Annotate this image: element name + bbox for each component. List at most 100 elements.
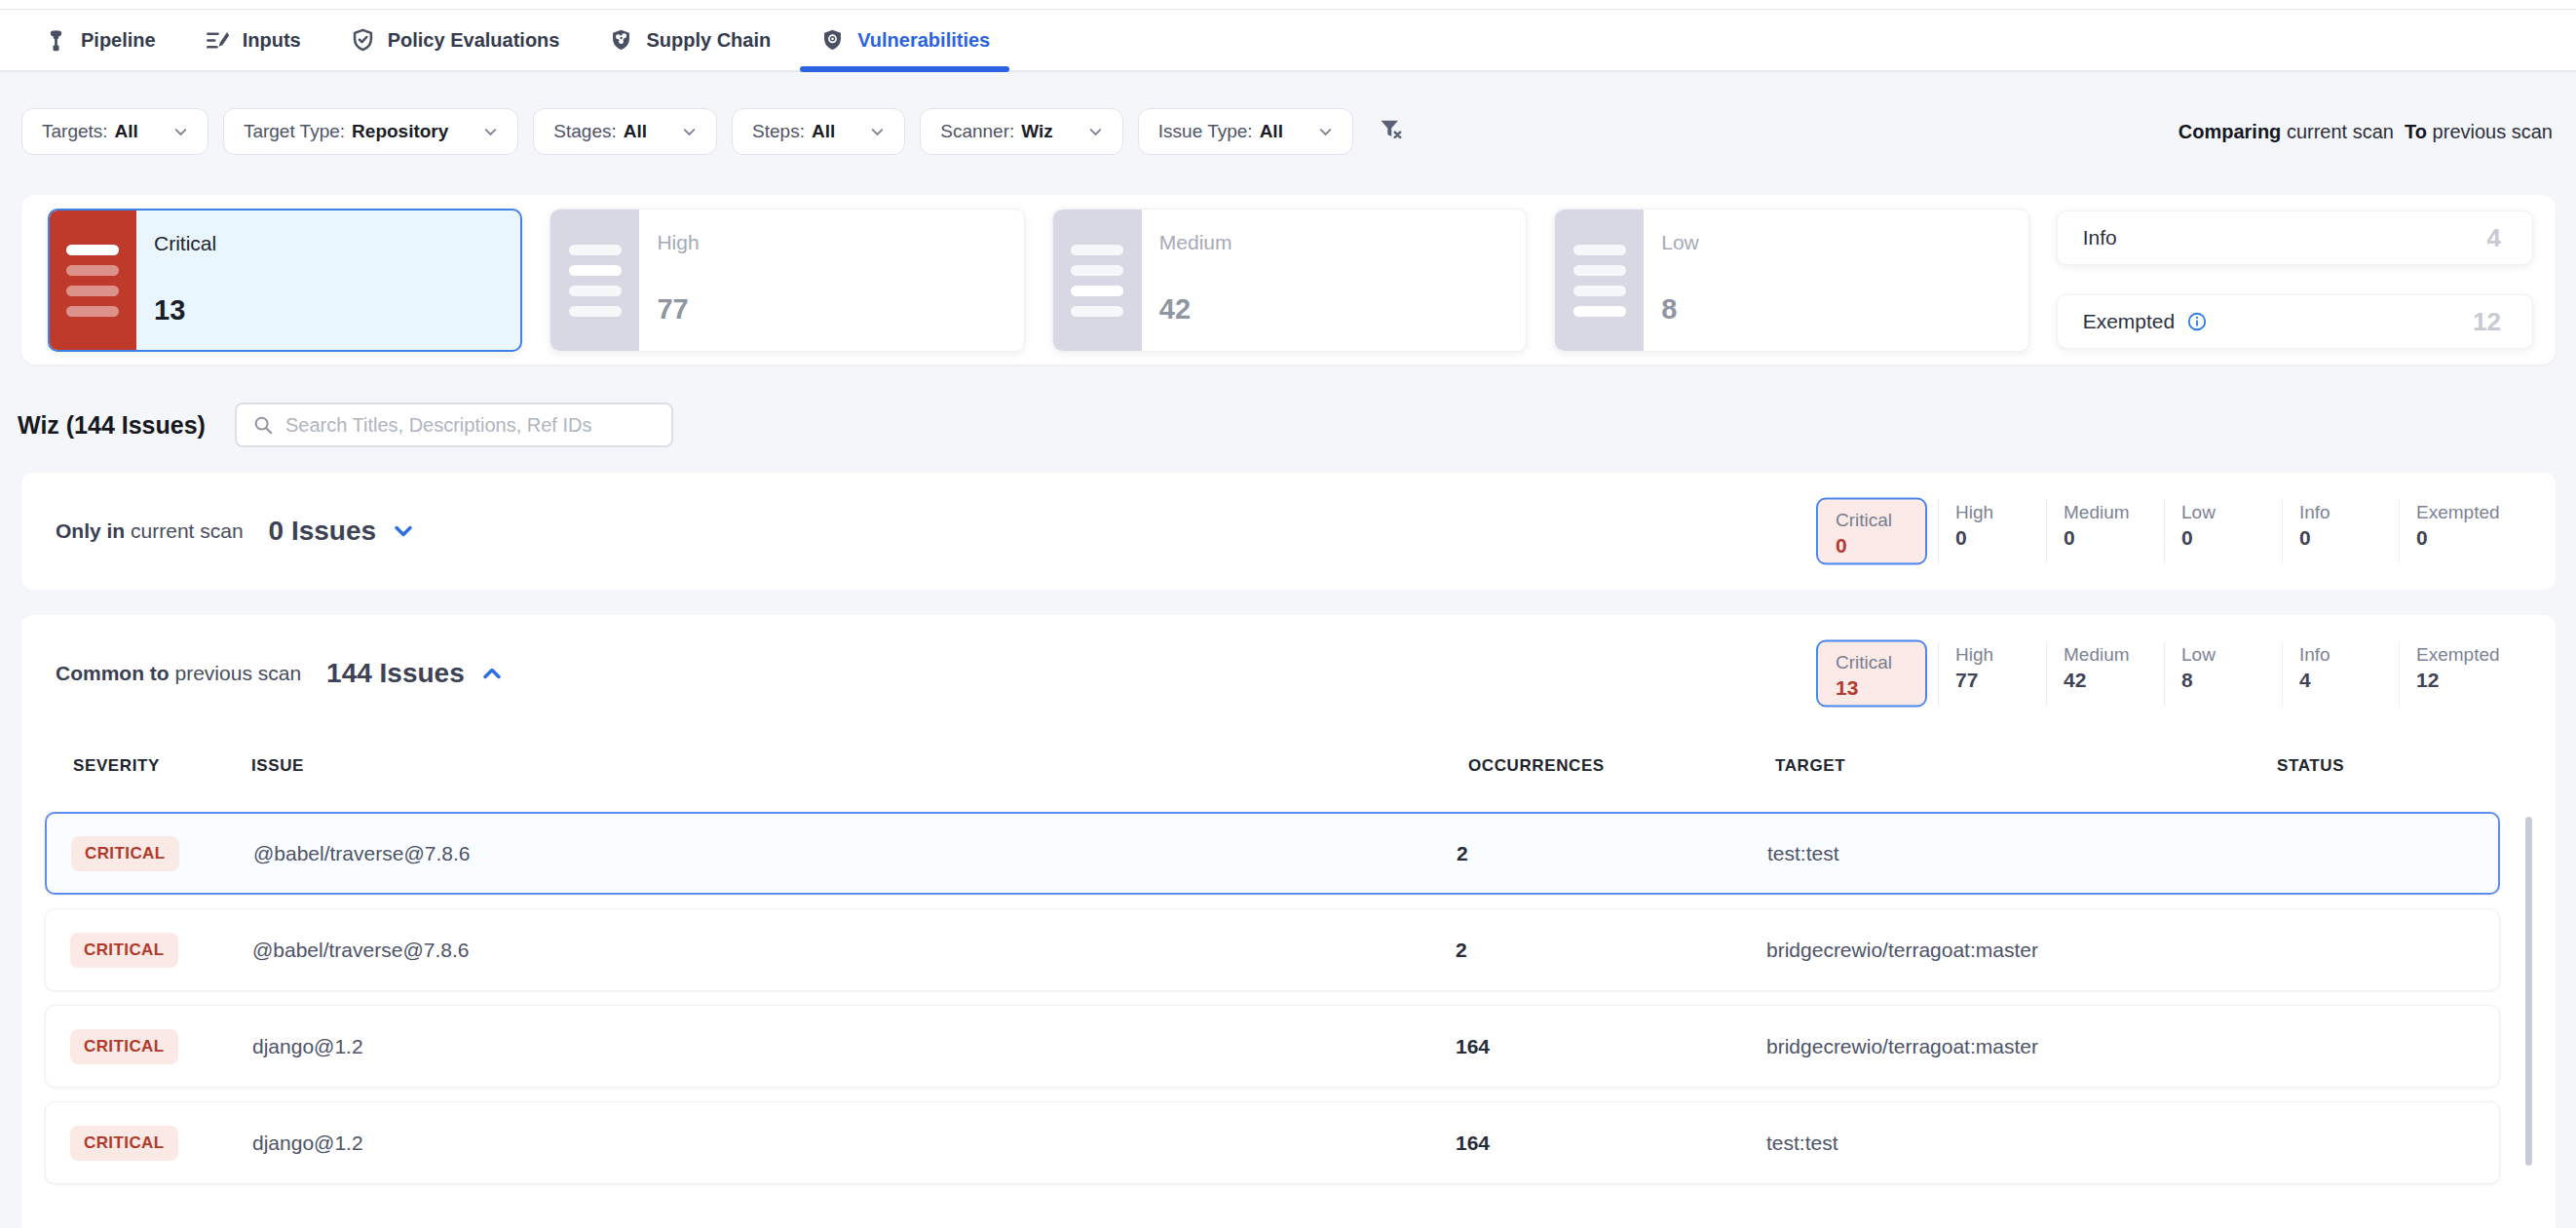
filter-label: Stages: xyxy=(553,121,616,142)
exempted-card-label: Exempted xyxy=(2083,310,2209,333)
chip-critical[interactable]: Critical 0 xyxy=(1816,498,1927,565)
chip-low[interactable]: Low 8 xyxy=(2164,641,2282,706)
policy-evaluations-icon xyxy=(350,27,376,54)
chip-label: High xyxy=(1955,643,2046,665)
chip-info[interactable]: Info 4 xyxy=(2282,641,2399,706)
chevron-down-icon xyxy=(868,123,887,141)
tab-vulnerabilities[interactable]: Vulnerabilities xyxy=(815,10,994,70)
table-row[interactable]: CRITICAL django@1.2 164 test:test xyxy=(45,1101,2500,1184)
chevron-down-icon[interactable] xyxy=(390,518,417,545)
filter-label: Target Type: xyxy=(244,121,345,142)
chip-high[interactable]: High 0 xyxy=(1938,499,2046,563)
chip-label: Exempted xyxy=(2416,501,2525,522)
section-common-previous: Common to previous scan 144 Issues Criti… xyxy=(21,615,2556,1228)
col-occurrences: OCCURRENCES xyxy=(1468,756,1605,776)
window-top-edge xyxy=(0,0,2576,10)
chip-info[interactable]: Info 0 xyxy=(2282,499,2399,563)
search-box[interactable] xyxy=(235,403,673,447)
filter-issue-type[interactable]: Issue Type: All xyxy=(1138,108,1353,155)
tab-inputs[interactable]: Inputs xyxy=(201,10,305,70)
chip-label: Low xyxy=(2181,643,2282,665)
severity-card-high[interactable]: High 77 xyxy=(549,209,1024,352)
tab-bar: Pipeline Inputs Policy Evaluations Suppl… xyxy=(0,10,2576,72)
filter-label: Scanner: xyxy=(940,121,1014,142)
section-header[interactable]: Common to previous scan 144 Issues Criti… xyxy=(21,615,2556,732)
filter-target-type[interactable]: Target Type: Repository xyxy=(223,108,518,155)
info-icon[interactable] xyxy=(2186,311,2208,332)
chip-low[interactable]: Low 0 xyxy=(2164,499,2282,563)
section-issue-count: 0 Issues xyxy=(269,516,377,547)
chip-critical[interactable]: Critical 13 xyxy=(1816,640,1927,708)
issue-cell: @babel/traverse@7.8.6 xyxy=(253,842,470,865)
section-header[interactable]: Only in current scan 0 Issues Critical 0… xyxy=(21,473,2556,590)
clear-filters-button[interactable] xyxy=(1378,116,1405,147)
vertical-scrollbar[interactable] xyxy=(2525,817,2532,1166)
chip-value: 8 xyxy=(2181,668,2282,691)
severity-card-medium[interactable]: Medium 42 xyxy=(1052,209,1527,352)
compare-bold: Comparing xyxy=(2178,121,2282,142)
severity-level-icon xyxy=(1053,210,1142,351)
chevron-down-icon xyxy=(1316,123,1335,141)
filter-steps[interactable]: Steps: All xyxy=(732,108,905,155)
compare-status: Comparing current scan To previous scan xyxy=(2178,121,2553,143)
filter-label: Steps: xyxy=(752,121,805,142)
filter-label: Issue Type: xyxy=(1158,121,1253,142)
chevron-up-icon[interactable] xyxy=(478,660,506,687)
chip-value: 0 xyxy=(2299,525,2399,549)
chip-medium[interactable]: Medium 0 xyxy=(2046,499,2164,563)
severity-card-label: High xyxy=(657,231,699,254)
table-row[interactable]: CRITICAL @babel/traverse@7.8.6 2 bridgec… xyxy=(45,908,2500,991)
table-row[interactable]: CRITICAL django@1.2 164 bridgecrewio/ter… xyxy=(45,1005,2500,1088)
chip-label: Low xyxy=(2181,501,2282,522)
col-target: TARGET xyxy=(1775,756,1845,776)
filter-value: All xyxy=(624,121,647,142)
vulnerabilities-icon xyxy=(819,27,846,54)
filter-label: Targets: xyxy=(42,121,108,142)
chip-value: 0 xyxy=(2416,525,2525,549)
filter-row: Targets: All Target Type: Repository Sta… xyxy=(21,108,2553,155)
severity-card-label: Medium xyxy=(1159,231,1232,254)
chevron-down-icon xyxy=(1086,123,1105,141)
chip-label: Info xyxy=(2299,643,2399,665)
issue-cell: django@1.2 xyxy=(252,1035,363,1058)
exempted-card[interactable]: Exempted 12 xyxy=(2057,294,2533,349)
target-cell: bridgecrewio/terragoat:master xyxy=(1766,1035,2038,1058)
severity-card-label: Low xyxy=(1661,231,1699,254)
compare-bold: To xyxy=(2405,121,2427,142)
scanner-summary-row: Wiz (144 Issues) xyxy=(18,403,2576,447)
chip-label: Exempted xyxy=(2416,643,2525,665)
section-only-current: Only in current scan 0 Issues Critical 0… xyxy=(21,473,2556,590)
issue-cell: @babel/traverse@7.8.6 xyxy=(252,939,469,962)
tab-supply-chain[interactable]: Supply Chain xyxy=(604,10,775,70)
target-cell: test:test xyxy=(1766,1132,1838,1155)
chip-high[interactable]: High 77 xyxy=(1938,641,2046,706)
tab-label: Vulnerabilities xyxy=(857,29,990,52)
severity-card-critical[interactable]: Critical 13 xyxy=(48,209,522,352)
issue-cell: django@1.2 xyxy=(252,1132,363,1155)
section-label: Only in current scan xyxy=(56,519,244,543)
filter-stages[interactable]: Stages: All xyxy=(533,108,717,155)
tab-pipeline[interactable]: Pipeline xyxy=(39,10,160,70)
table-row[interactable]: CRITICAL @babel/traverse@7.8.6 2 test:te… xyxy=(45,812,2500,895)
severity-card-low[interactable]: Low 8 xyxy=(1554,209,2028,352)
chip-label: Medium xyxy=(2064,501,2164,522)
chip-value: 12 xyxy=(2416,668,2525,691)
info-card[interactable]: Info 4 xyxy=(2057,211,2533,265)
filter-scanner[interactable]: Scanner: Wiz xyxy=(920,108,1123,155)
tab-policy-evaluations[interactable]: Policy Evaluations xyxy=(346,10,564,70)
severity-card-count: 42 xyxy=(1159,295,1232,324)
chip-medium[interactable]: Medium 42 xyxy=(2046,641,2164,706)
info-card-label: Info xyxy=(2083,226,2117,249)
tab-label: Inputs xyxy=(243,29,301,52)
search-input[interactable] xyxy=(285,414,656,437)
chip-label: Critical xyxy=(1836,510,1925,531)
chip-exempted[interactable]: Exempted 12 xyxy=(2399,641,2525,706)
filter-targets[interactable]: Targets: All xyxy=(21,108,208,155)
occurrences-cell: 2 xyxy=(1456,939,1467,962)
chip-exempted[interactable]: Exempted 0 xyxy=(2399,499,2525,563)
search-icon xyxy=(252,414,274,436)
chip-label: High xyxy=(1955,501,2046,522)
chevron-down-icon xyxy=(680,123,699,141)
chip-label: Medium xyxy=(2064,643,2164,665)
chip-label: Critical xyxy=(1836,652,1925,673)
